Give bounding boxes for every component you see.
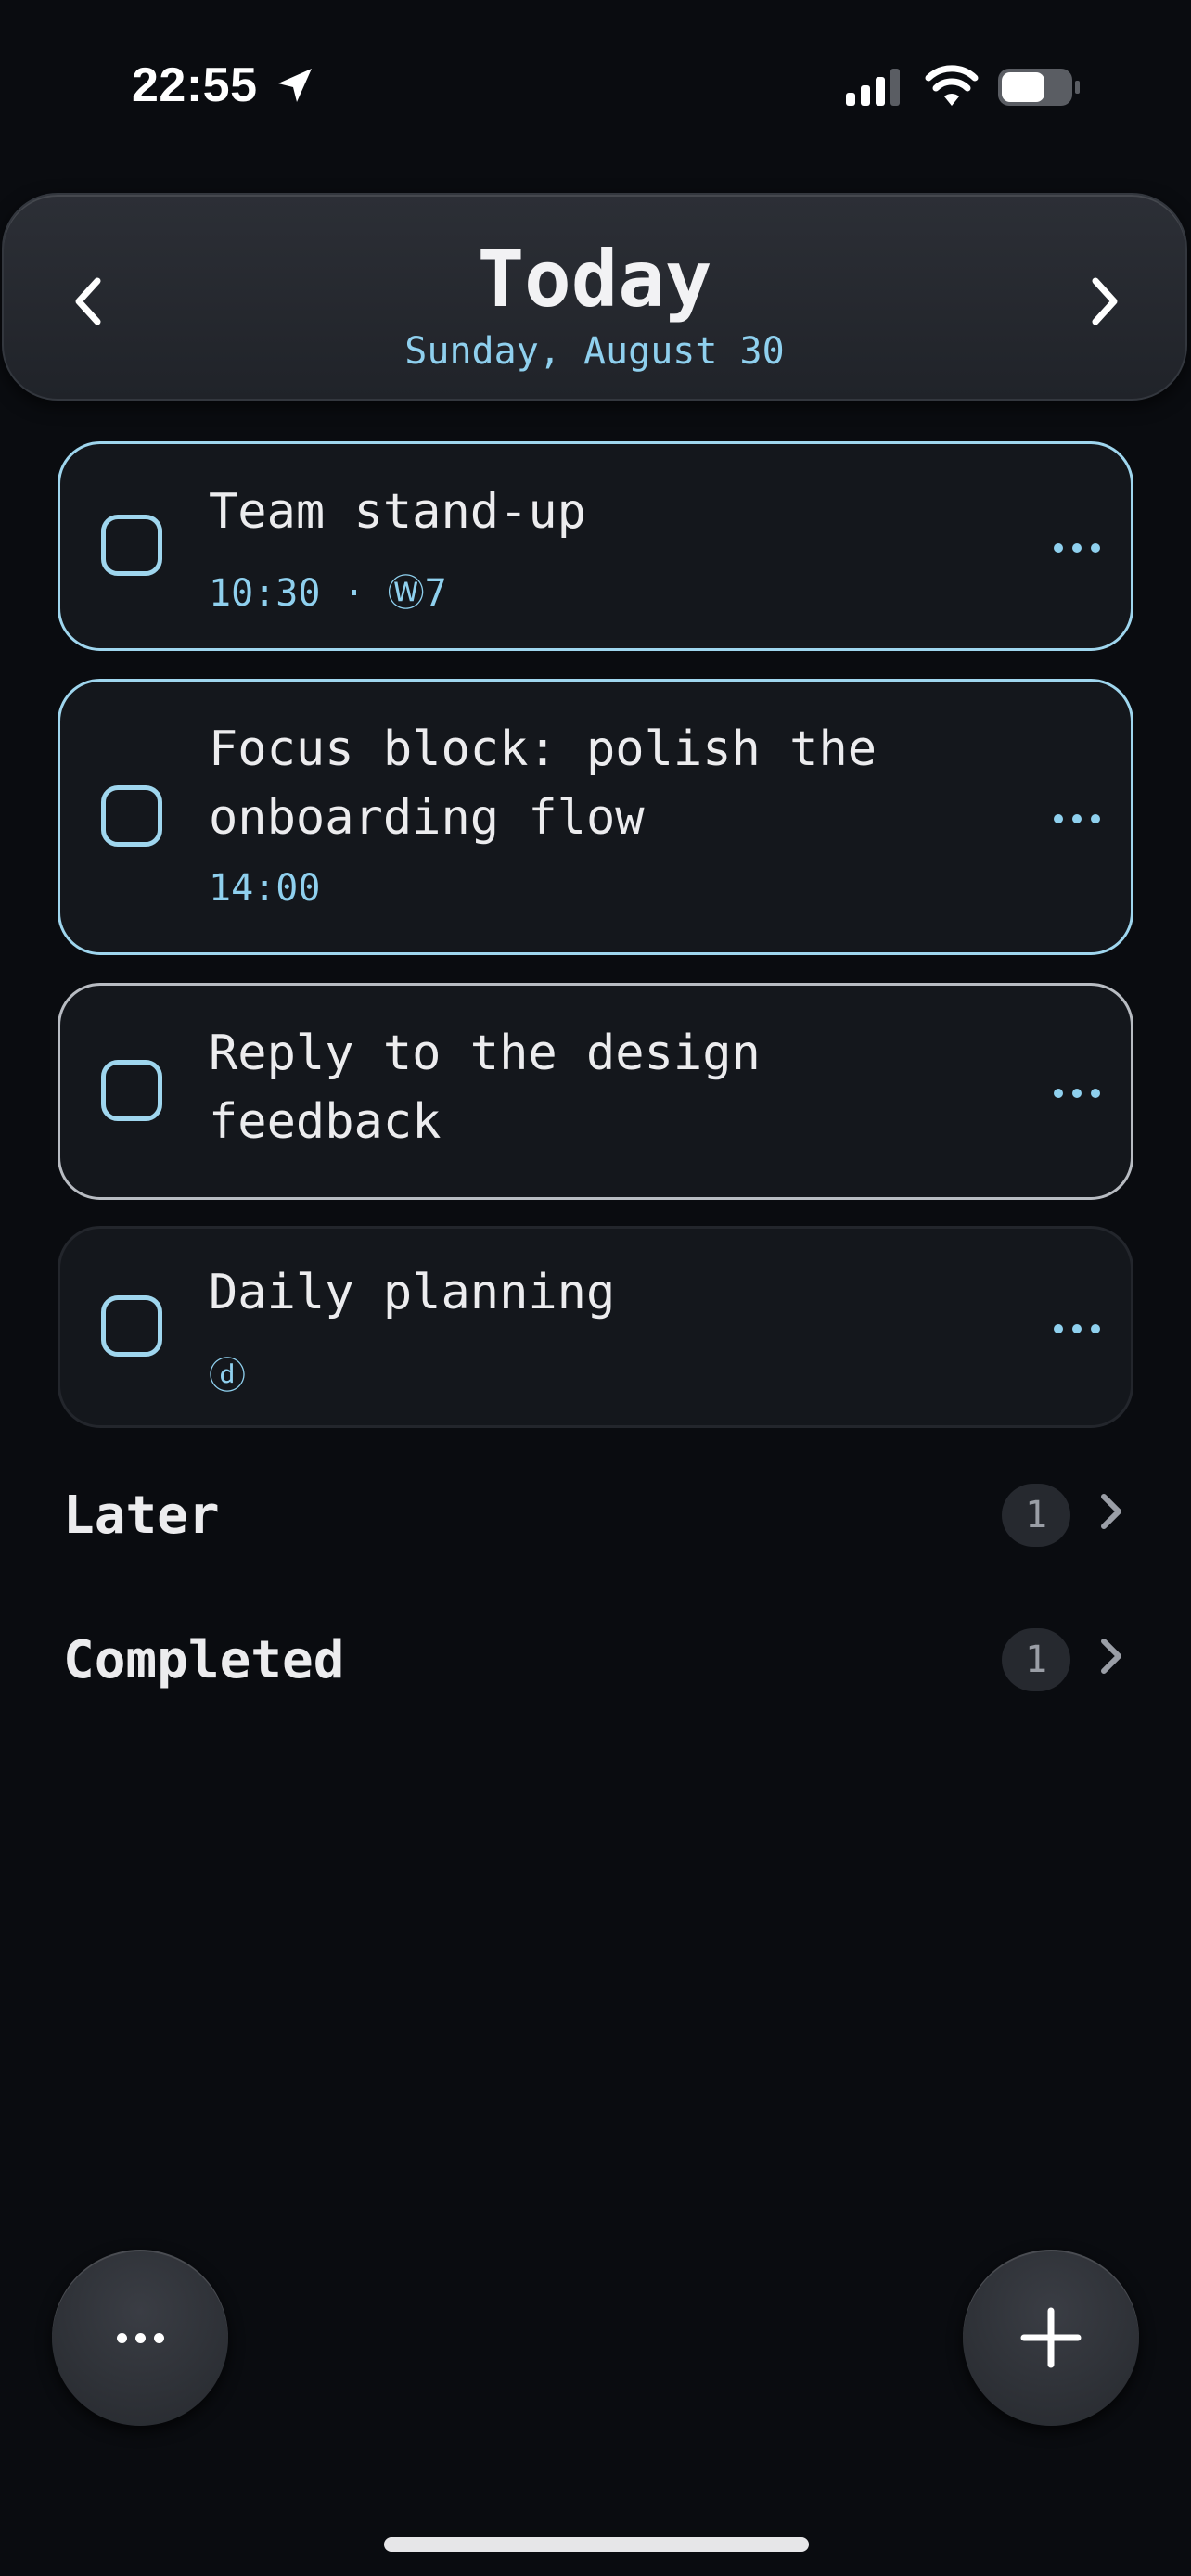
task-meta: 14:00 [209,867,321,910]
plus-icon [1020,2307,1082,2368]
chevron-right-icon [1101,1494,1121,1529]
task-checkbox[interactable] [101,785,162,847]
ellipsis-icon [1054,543,1100,553]
header-date: Sunday, August 30 [404,330,785,373]
task-checkbox[interactable] [101,1295,162,1357]
task-more-button[interactable] [1040,1301,1114,1357]
section-label: Completed [63,1630,345,1690]
task-checkbox[interactable] [101,515,162,576]
task-meta: ⓓ [209,1355,246,1397]
ellipsis-icon [1054,814,1100,823]
task-title: Team stand-up [209,484,586,540]
add-task-button[interactable] [963,2250,1139,2426]
ellipsis-icon [1054,1089,1100,1098]
more-options-button[interactable] [52,2250,228,2426]
chevron-right-icon [1092,277,1118,325]
task-card[interactable]: Team stand-up 10:30 · Ⓦ7 [58,441,1133,651]
status-bar: 22:55 [0,0,1191,176]
wifi-icon [925,65,979,106]
chevron-right-icon [1101,1639,1121,1674]
count-badge: 1 [1002,1628,1070,1691]
task-more-button[interactable] [1040,520,1114,576]
ellipsis-icon [116,2332,164,2343]
task-card[interactable]: Focus block: polish the onboarding flow … [58,679,1133,955]
task-title: Reply to the design feedback [209,1026,761,1150]
battery-icon [998,69,1080,106]
status-time: 22:55 [132,58,258,112]
task-card[interactable]: Reply to the design feedback [58,983,1133,1200]
task-title: Focus block: polish the onboarding flow [209,721,877,846]
task-card[interactable]: Daily planning ⓓ [58,1226,1133,1428]
section-completed[interactable]: Completed 1 [63,1619,1139,1702]
section-label: Later [63,1486,220,1546]
task-more-button[interactable] [1040,1065,1114,1121]
location-arrow-icon [278,69,312,102]
task-checkbox[interactable] [101,1060,162,1121]
section-later[interactable]: Later 1 [63,1474,1139,1558]
next-day-button[interactable] [1072,260,1137,343]
count-badge: 1 [1002,1484,1070,1547]
task-title: Daily planning [209,1265,616,1320]
task-meta: 10:30 · Ⓦ7 [209,572,447,615]
ellipsis-icon [1054,1324,1100,1333]
date-header: Today Sunday, August 30 [2,193,1187,401]
home-indicator[interactable] [384,2537,809,2552]
task-more-button[interactable] [1040,791,1114,847]
cellular-signal-icon [846,69,900,106]
page-title: Today [477,234,712,325]
